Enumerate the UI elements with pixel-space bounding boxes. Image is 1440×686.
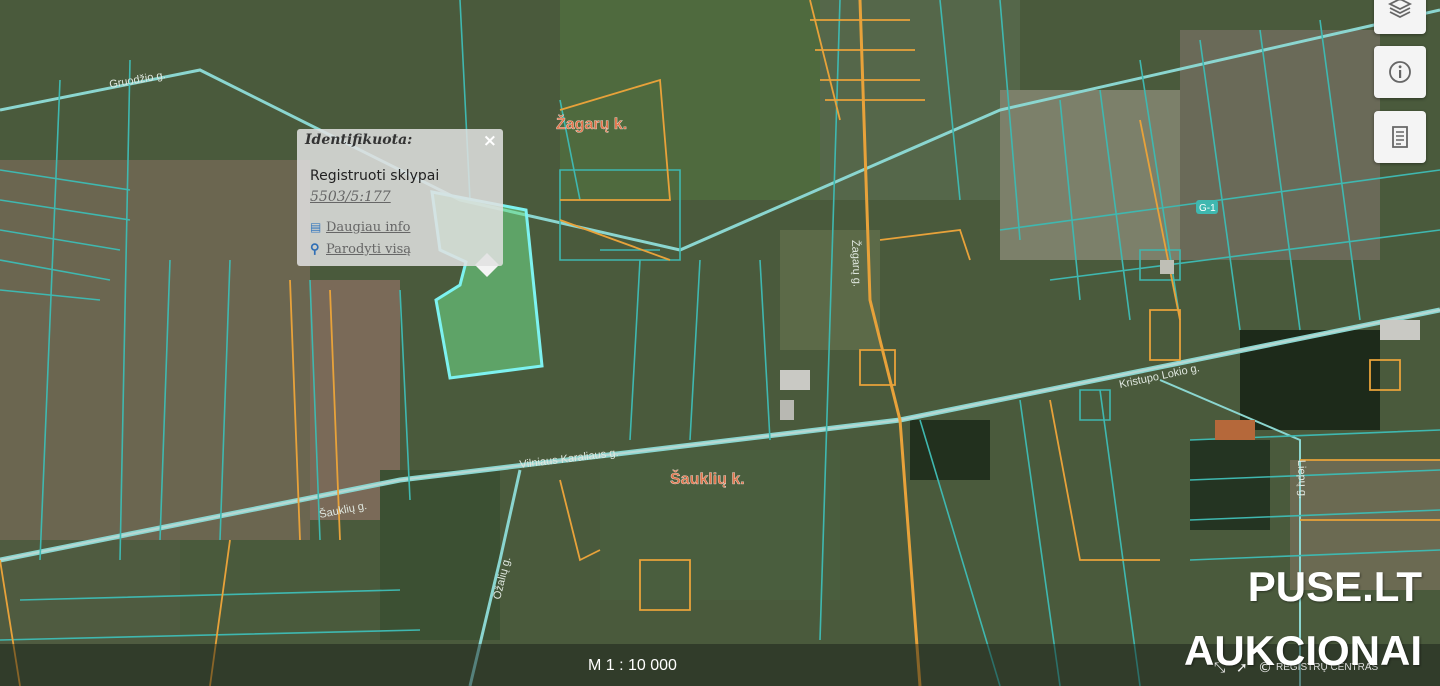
watermark-line1: PUSE.LT — [1247, 563, 1422, 610]
more-info-link[interactable]: ▤ Daugiau info — [310, 220, 410, 235]
place-label-zagaru: Žagarų k. — [556, 114, 627, 133]
show-all-link[interactable]: ⚲ Parodyti visą — [310, 242, 411, 257]
place-label-saukliu: Šauklių k. — [670, 469, 745, 488]
close-icon[interactable]: × — [483, 131, 497, 151]
layers-button[interactable] — [1374, 0, 1426, 34]
info-button[interactable] — [1374, 46, 1426, 98]
legend-button[interactable] — [1374, 111, 1426, 163]
layers-icon — [1387, 0, 1413, 19]
search-icon: ⚲ — [310, 242, 320, 257]
map-canvas[interactable]: Žagarų k. Šauklių k. Žagarų g. Kristupo … — [0, 0, 1440, 686]
street-label-liepu: Liepų g. — [1295, 460, 1308, 500]
popup-title: Registruoti sklypai — [310, 168, 440, 184]
more-info-label: Daugiau info — [326, 220, 411, 235]
registry-number-link[interactable]: 5503/5:177 — [310, 189, 391, 205]
road-badge: G-1 — [1199, 203, 1216, 214]
street-label-zagaru: Žagarų g. — [849, 240, 864, 288]
popup-heading: Identifikuota: — [305, 132, 413, 148]
show-all-label: Parodyti visą — [326, 242, 412, 257]
document-icon: ▤ — [310, 220, 322, 234]
watermark-line2: AUKCIONAI — [1184, 627, 1422, 674]
identify-popup: Identifikuota: × Registruoti sklypai 550… — [297, 129, 503, 266]
info-icon — [1389, 61, 1411, 83]
legend-icon — [1392, 126, 1408, 148]
scale-label: M 1 : 10 000 — [588, 657, 677, 674]
